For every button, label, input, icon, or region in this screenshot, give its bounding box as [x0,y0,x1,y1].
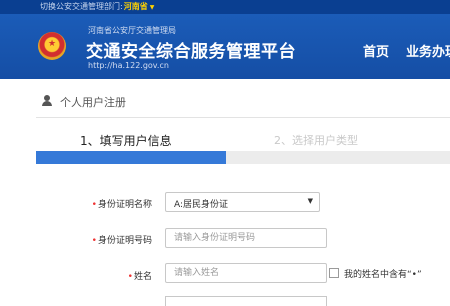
id-number-input[interactable] [165,228,327,248]
department-switcher[interactable]: 切换公安交通管理部门:河南省 ▼ [40,0,154,15]
header-subtitle: 河南省公安厅交通管理局 [88,26,176,35]
nav-business[interactable]: 业务办理 [406,41,450,60]
province-selector[interactable]: 河南省 [124,2,148,11]
breadcrumb-label: 个人用户注册 [60,96,126,109]
id-type-label: •身份证明名称 [91,200,152,210]
next-field-input[interactable] [165,296,327,306]
name-dot-checkbox-label: 我的姓名中含有“•” [344,270,422,280]
nav-home[interactable]: 首页 [363,41,389,60]
required-marker: • [127,272,133,282]
required-marker: • [91,200,97,210]
name-input[interactable] [165,263,327,283]
id-type-value: A:居民身份证 [174,200,229,210]
site-url: http://ha.122.gov.cn [88,61,169,70]
top-bar: 切换公安交通管理部门:河南省 ▼ [0,0,450,14]
breadcrumb: 个人用户注册 [36,85,450,118]
user-icon [42,95,52,106]
step-progress-bar [36,151,450,164]
site-header: ★ 河南省公安厅交通管理局 交通安全综合服务管理平台 http://ha.122… [0,14,450,79]
chevron-down-icon: ▼ [307,197,313,205]
police-emblem-icon: ★ [38,32,66,60]
step-choose-type: 2、选择用户类型 [274,134,358,147]
site-title: 交通安全综合服务管理平台 [86,42,296,62]
name-label: •姓名 [127,272,152,282]
id-type-select[interactable]: A:居民身份证 ▼ [165,192,320,212]
name-dot-checkbox[interactable] [329,268,339,278]
step-fill-info: 1、填写用户信息 [80,134,172,148]
step-progress-fill [36,151,227,164]
id-number-label: •身份证明号码 [91,236,152,246]
caret-down-icon[interactable]: ▼ [150,4,155,11]
required-marker: • [91,236,97,246]
department-switcher-label: 切换公安交通管理部门: [40,2,123,11]
